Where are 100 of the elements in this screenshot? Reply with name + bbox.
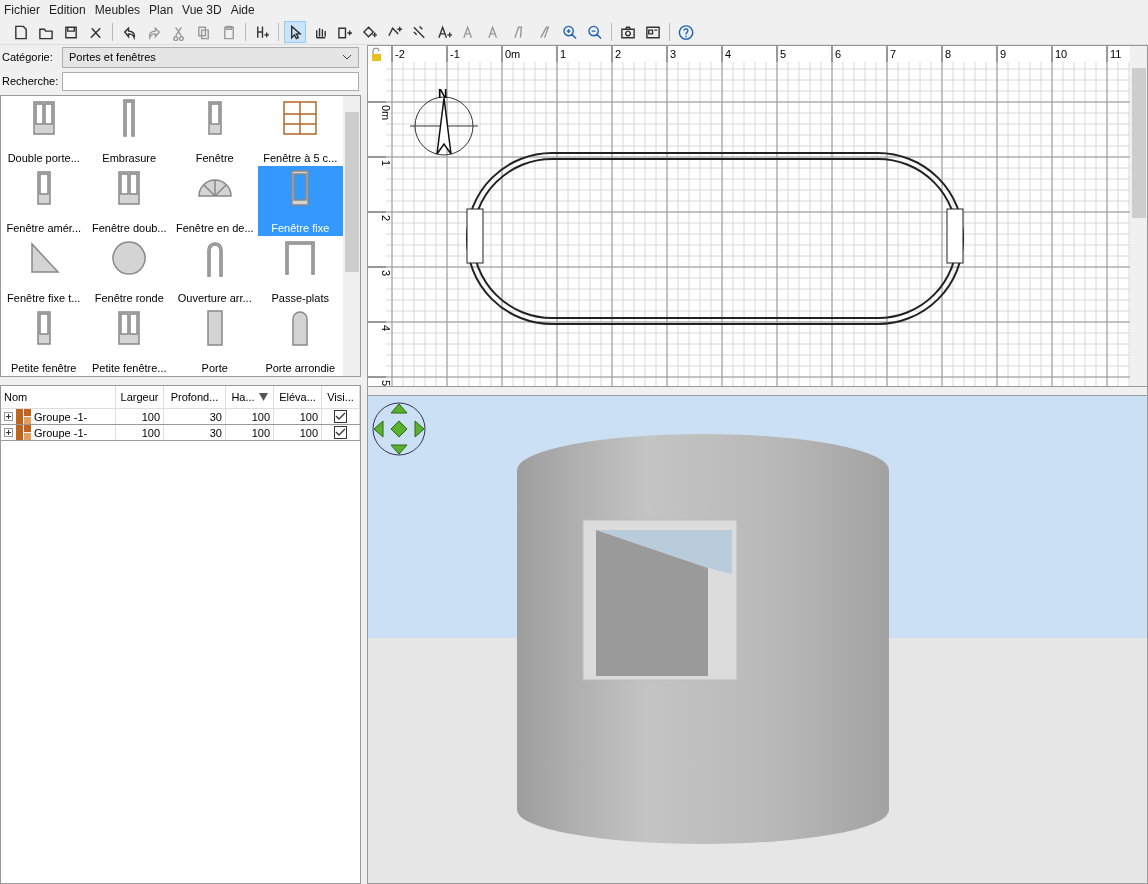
catalog-item[interactable]: Fenêtre en de... [172, 166, 258, 236]
ruler-label: 6 [835, 48, 842, 60]
elevation-cell: 100 [274, 425, 322, 440]
menu-item[interactable]: Meubles [94, 3, 141, 17]
catalog-item[interactable]: Fenêtre amér... [1, 166, 87, 236]
column-header[interactable]: Eléva... [274, 386, 322, 408]
window-thumbnail-icon [208, 101, 222, 135]
column-header[interactable]: Visi... [322, 386, 360, 408]
window-thumbnail-icon [31, 242, 60, 273]
lock-icon[interactable] [372, 47, 381, 61]
sort-down-icon [258, 393, 268, 401]
catalog-item[interactable]: Fenêtre [172, 96, 258, 166]
open-icon [39, 28, 53, 39]
column-header[interactable]: Profond... [164, 386, 226, 408]
menu-item[interactable]: Plan [149, 3, 174, 17]
window-thumbnail-icon [37, 311, 51, 345]
search-label: Recherche: [2, 75, 60, 87]
catalog-item[interactable]: Fenêtre à 5 c... [257, 96, 343, 166]
catalog-item[interactable]: Petite fenêtre [1, 306, 87, 376]
visible-checkbox[interactable] [334, 410, 347, 423]
paste-icon [224, 25, 234, 39]
scrollbar[interactable] [343, 96, 360, 376]
window-thumbnail-icon [198, 179, 232, 197]
cut-icon [173, 26, 184, 41]
dimensions-icon [413, 25, 425, 38]
ruler-label: 2 [380, 215, 392, 222]
catalog-item[interactable]: Porte [172, 306, 258, 376]
group-icon [16, 425, 31, 440]
elevation-cell: 100 [274, 409, 322, 424]
window-thumbnail-icon [292, 311, 308, 346]
catalog-item[interactable]: Porte arrondie [257, 306, 343, 376]
ruler-label: 3 [380, 270, 392, 277]
ruler-label: 5 [380, 380, 392, 386]
category-label: Catégorie: [2, 51, 54, 63]
window-thumbnail-icon [112, 241, 147, 275]
name-cell[interactable]: Groupe -1- [1, 425, 116, 440]
select-icon [291, 24, 303, 40]
window-thumbnail-icon [207, 310, 223, 346]
ruler-label: 0m [380, 105, 392, 121]
ruler-label: 2 [615, 48, 622, 60]
menu-item[interactable]: Fichier [4, 3, 40, 17]
compass-drawing[interactable] [409, 96, 479, 156]
catalog-item[interactable]: Ouverture arr... [172, 236, 258, 306]
depth-cell: 30 [164, 425, 226, 440]
ruler-label: -1 [450, 48, 460, 60]
zoom-in-icon [563, 25, 577, 39]
italic-icon [540, 26, 550, 38]
window-thumbnail-icon [37, 171, 51, 205]
catalog-item[interactable]: Petite fenêtre... [86, 306, 172, 376]
height-cell: 100 [226, 425, 274, 440]
photo-icon [621, 26, 635, 38]
column-header[interactable]: Nom [1, 386, 116, 408]
window-thumbnail-icon [118, 311, 140, 345]
ruler-label: 11 [1110, 48, 1122, 60]
window-thumbnail-icon [291, 170, 309, 206]
catalog-item[interactable]: Double porte... [1, 96, 87, 166]
ruler-label: 7 [890, 48, 897, 60]
text-size-up-icon [463, 24, 473, 38]
new-icon [15, 25, 27, 39]
ruler-label: 4 [725, 48, 732, 60]
walls-icon [338, 27, 353, 38]
navigation-arrows-icon[interactable] [372, 402, 426, 456]
redo-icon [148, 27, 160, 38]
column-header[interactable]: Ha... [226, 386, 274, 408]
search-field[interactable] [62, 71, 359, 91]
catalog-item[interactable]: Passe-plats [257, 236, 343, 306]
width-cell: 100 [116, 425, 164, 440]
column-header[interactable]: Largeur [116, 386, 164, 408]
menu-item[interactable]: Vue 3D [182, 3, 222, 17]
rooms-icon [363, 25, 378, 38]
expand-icon[interactable] [4, 412, 13, 421]
category-dropdown[interactable]: Portes et fenêtres [62, 46, 359, 68]
catalog-item[interactable]: Fenêtre fixe t... [1, 236, 87, 306]
depth-cell: 30 [164, 409, 226, 424]
ruler-label: 10 [1055, 48, 1068, 60]
zoom-out-icon [588, 25, 602, 39]
polylines-icon [388, 25, 403, 36]
height-cell: 100 [226, 409, 274, 424]
visible-checkbox[interactable] [334, 426, 347, 439]
ruler-label: 3 [670, 48, 677, 60]
ruler-label: 1 [380, 160, 392, 167]
window-thumbnail-icon [283, 101, 317, 135]
name-cell[interactable]: Groupe -1- [1, 409, 116, 424]
window-thumbnail-icon [118, 171, 140, 205]
wall-drawing[interactable] [466, 152, 964, 325]
ruler-label: -2 [395, 48, 405, 60]
text-size-down-icon [488, 24, 498, 38]
menu-item[interactable]: Aide [230, 3, 255, 17]
width-cell: 100 [116, 409, 164, 424]
compass-north-label: N [438, 86, 448, 101]
preferences-icon [90, 27, 101, 38]
select-tool-button[interactable] [284, 21, 306, 43]
help-icon [678, 24, 694, 40]
catalog-item[interactable]: Fenêtre doub... [86, 166, 172, 236]
menu-item[interactable]: Edition [49, 3, 86, 17]
catalog-item[interactable]: Embrasure [86, 96, 172, 166]
expand-icon[interactable] [4, 428, 13, 437]
ruler-label: 0m [505, 48, 521, 60]
catalog-item[interactable]: Fenêtre ronde [86, 236, 172, 306]
ruler-label: 9 [1000, 48, 1007, 60]
